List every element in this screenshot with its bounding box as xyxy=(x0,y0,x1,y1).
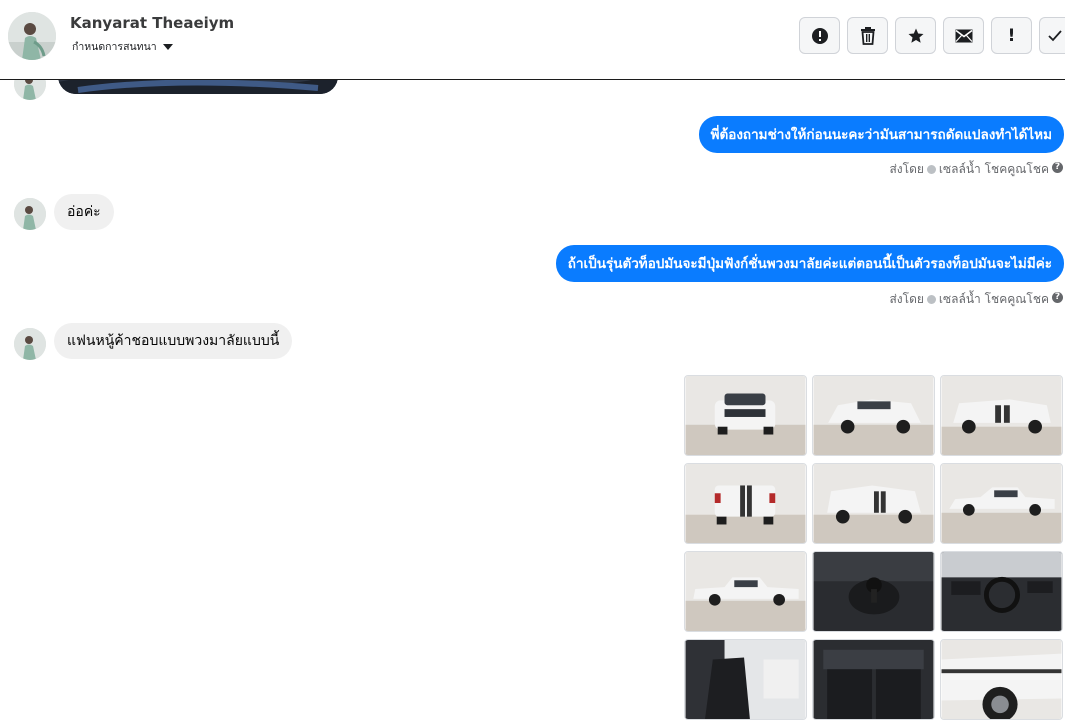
car-rear-left-photo[interactable] xyxy=(812,463,935,544)
sender-badge-icon xyxy=(926,165,936,174)
wheel-detail-photo[interactable] xyxy=(940,639,1063,720)
mark-done-button[interactable] xyxy=(1039,17,1065,54)
help-icon[interactable]: ? xyxy=(1052,292,1063,303)
incoming-message[interactable]: แฟนหนู้ค้าชอบแบบพวงมาลัยแบบนี้ xyxy=(54,323,293,359)
mail-button[interactable] xyxy=(943,17,984,54)
conversation-settings-label: กำหนดการสนทนา xyxy=(72,41,157,53)
alert-button[interactable] xyxy=(799,17,840,54)
alert-circle-icon xyxy=(811,27,828,44)
conversation-header: Kanyarat Theaeiym กำหนดการสนทนา ! xyxy=(0,0,1065,80)
outgoing-message[interactable]: ถ้าเป็นรุ่นตัวท็อปมันจะมีปุ่มฟังก์ชั่นพว… xyxy=(555,245,1064,282)
exclamation-icon: ! xyxy=(1007,25,1016,46)
outgoing-message[interactable]: พี่ต้องถามช่างให้ก่อนนะคะว่ามันสามารถดัด… xyxy=(698,116,1064,153)
dashboard-photo[interactable] xyxy=(940,551,1063,632)
spam-button[interactable]: ! xyxy=(991,17,1032,54)
car-side-photo[interactable] xyxy=(940,463,1063,544)
conversation-settings-dropdown[interactable]: กำหนดการสนทนา xyxy=(72,38,173,55)
sender-badge-icon xyxy=(926,295,936,304)
contact-avatar[interactable] xyxy=(8,12,56,60)
sent-by-info: ส่งโดย เซลล์น้ำ โชคคูณโชค xyxy=(889,160,1049,179)
contact-avatar-small xyxy=(14,328,46,360)
header-toolbar: ! xyxy=(799,17,1065,54)
car-front-left-photo[interactable] xyxy=(812,375,935,456)
mail-icon xyxy=(955,29,972,42)
star-button[interactable] xyxy=(895,17,936,54)
car-side-left-photo[interactable] xyxy=(684,551,807,632)
photo-attachment-grid xyxy=(684,375,1064,720)
sent-by-label: ส่งโดย xyxy=(889,292,924,306)
sender-name[interactable]: เซลล์น้ำ โชคคูณโชค xyxy=(939,290,1049,309)
contact-avatar-small xyxy=(14,198,46,230)
sent-by-label: ส่งโดย xyxy=(889,162,924,176)
rear-seat-photo[interactable] xyxy=(812,639,935,720)
trash-icon xyxy=(860,26,875,45)
incoming-message[interactable]: อ่อค่ะ xyxy=(54,194,114,230)
car-rear-photo[interactable] xyxy=(684,463,807,544)
help-icon[interactable]: ? xyxy=(1052,162,1063,173)
sender-name[interactable]: เซลล์น้ำ โชคคูณโชค xyxy=(939,160,1049,179)
sent-by-info: ส่งโดย เซลล์น้ำ โชคคูณโชค xyxy=(889,290,1049,309)
contact-name[interactable]: Kanyarat Theaeiym xyxy=(70,14,234,32)
delete-button[interactable] xyxy=(847,17,888,54)
star-icon xyxy=(908,28,923,43)
gear-shift-photo[interactable] xyxy=(812,551,935,632)
front-seat-photo[interactable] xyxy=(684,639,807,720)
caret-down-icon xyxy=(162,43,173,50)
car-rear-right-photo[interactable] xyxy=(940,375,1063,456)
car-front-photo[interactable] xyxy=(684,375,807,456)
check-icon xyxy=(1047,29,1062,41)
